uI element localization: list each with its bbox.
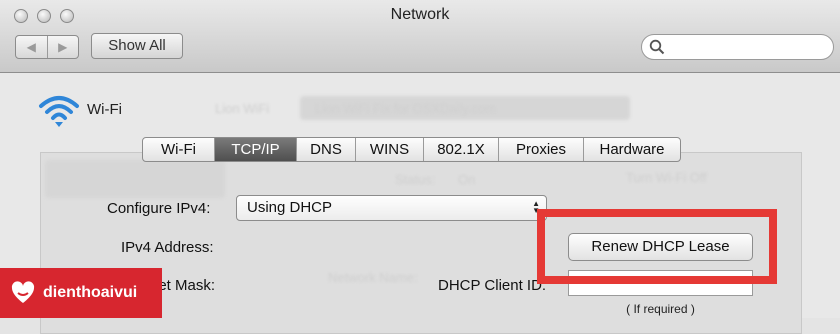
window-title: Network: [390, 6, 450, 23]
ghost-turn-off-button: Turn Wi-Fi Off: [626, 170, 707, 185]
ghost-network-name-label: Network Name:: [328, 270, 418, 285]
brand-logo-icon: [11, 281, 35, 303]
search-input[interactable]: [641, 34, 834, 60]
dhcp-client-id-label: DHCP Client ID:: [438, 277, 547, 294]
show-all-button[interactable]: Show All: [91, 33, 183, 59]
ghost-status-value: On: [458, 172, 476, 187]
configure-ipv4-popup[interactable]: Using DHCP ▲ ▼: [236, 195, 547, 221]
window-toolbar: Network ◀ ▶ Show All: [0, 0, 840, 73]
tab-dns[interactable]: DNS: [297, 138, 356, 161]
brand-badge: dienthoaivui: [0, 268, 162, 318]
wifi-icon: [39, 96, 79, 127]
back-forward-control: ◀ ▶: [15, 35, 79, 59]
highlight-box: [537, 209, 777, 284]
if-required-hint: ( If required ): [626, 302, 695, 316]
tab-bar: Wi-Fi TCP/IP DNS WINS 802.1X Proxies Har…: [142, 137, 681, 162]
tab-wins[interactable]: WINS: [356, 138, 424, 161]
brand-name: dienthoaivui: [43, 284, 138, 301]
interface-name: Wi-Fi: [87, 101, 122, 118]
ghost-location-label: Lion WiFi: [215, 101, 270, 116]
tab-proxies[interactable]: Proxies: [499, 138, 584, 161]
chevron-right-icon[interactable]: ▶: [48, 36, 79, 58]
tab-wifi[interactable]: Wi-Fi: [143, 138, 215, 161]
tab-tcp-ip[interactable]: TCP/IP: [215, 138, 297, 161]
chevron-left-icon[interactable]: ◀: [16, 36, 48, 58]
ipv4-address-label: IPv4 Address:: [121, 239, 214, 256]
ghost-location-value: Lion WiFi Fix for OSXDaily.com: [315, 101, 497, 116]
configure-ipv4-value: Using DHCP: [247, 199, 333, 216]
ghost-status-label: Status:: [395, 172, 436, 187]
configure-ipv4-label: Configure IPv4:: [107, 200, 211, 217]
tab-802-1x[interactable]: 802.1X: [424, 138, 499, 161]
ghost-sidebar-item: [45, 160, 225, 198]
search-icon: [649, 39, 665, 55]
tab-hardware[interactable]: Hardware: [584, 138, 680, 161]
